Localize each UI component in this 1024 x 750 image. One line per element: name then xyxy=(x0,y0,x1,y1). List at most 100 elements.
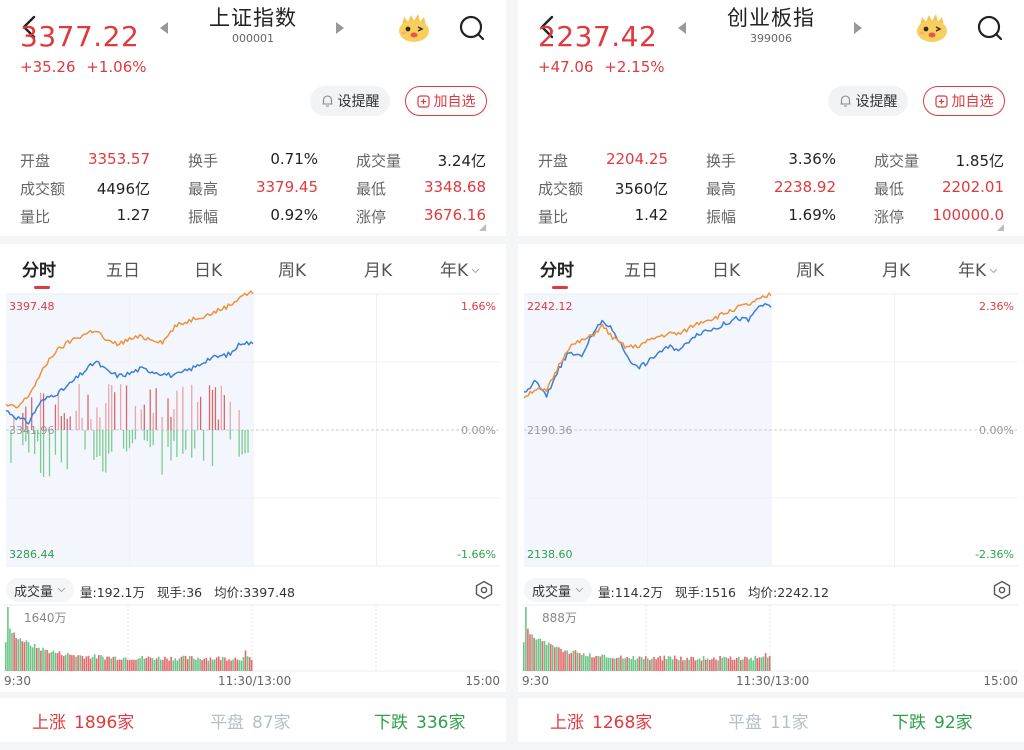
tab-5[interactable]: 年K xyxy=(440,256,480,281)
volume-bar xyxy=(570,652,573,671)
volume-bar xyxy=(531,634,533,671)
prev-index-button[interactable] xyxy=(160,22,168,34)
volume-bar xyxy=(750,657,752,671)
volume-bar xyxy=(149,657,152,671)
market-breadth[interactable]: 上涨 1896家 平盘 87家 下跌 336家 xyxy=(0,704,506,738)
settings-hexagon-icon[interactable] xyxy=(474,580,494,600)
volume-chart-svg: 1640万 xyxy=(4,604,500,672)
volume-bar xyxy=(176,660,179,671)
indicator-selector[interactable]: 成交量 xyxy=(6,578,75,602)
stat-value: 2204.25 xyxy=(605,150,668,168)
volume-bar xyxy=(678,660,680,671)
stat-value: 0.92% xyxy=(270,206,318,224)
mascot-icon[interactable] xyxy=(914,12,950,44)
volume-bar xyxy=(665,659,668,671)
volume-bar xyxy=(93,654,96,671)
volume-bar xyxy=(698,658,701,671)
volume-bar xyxy=(616,657,618,671)
price-change: +47.06 +2.15% xyxy=(538,58,671,76)
volume-bar xyxy=(60,654,63,671)
advancers: 上涨 1896家 xyxy=(32,708,134,733)
time-open: 9:30 xyxy=(522,674,549,688)
volume-bar xyxy=(244,650,247,671)
volume-bar xyxy=(649,660,651,671)
intraday-chart[interactable]: 2242.12 2190.36 2138.60 2.36% 0.00% -2.36% xyxy=(518,290,1024,570)
tab-2[interactable]: 日K xyxy=(712,256,740,281)
tab-2[interactable]: 日K xyxy=(194,256,222,281)
next-index-button[interactable] xyxy=(854,22,862,34)
volume-bar xyxy=(725,657,728,671)
volume-info: 量:192.1万 现手:36 均价:3397.48 xyxy=(80,582,303,601)
tab-0[interactable]: 分时 xyxy=(540,256,574,281)
volume-bar xyxy=(246,656,249,671)
index-panel-chinext: 创业板指 399006 2237.42 +47.06 +2.15% 设提醒 加自… xyxy=(518,0,1024,750)
search-icon[interactable] xyxy=(976,14,1004,42)
tab-5[interactable]: 年K xyxy=(958,256,998,281)
volume-bar xyxy=(23,642,26,671)
volume-chart[interactable]: 1640万 xyxy=(0,604,506,672)
stat-value: 3.36% xyxy=(788,150,836,168)
volume-bar xyxy=(58,651,61,671)
volume-bar xyxy=(704,659,707,671)
y-axis-max-label: 2242.12 xyxy=(527,300,573,313)
volume-bar xyxy=(222,656,224,671)
market-breadth[interactable]: 上涨 1268家 平盘 11家 下跌 92家 xyxy=(518,704,1024,738)
unchanged-label: 平盘 xyxy=(728,713,762,733)
volume-bar xyxy=(733,659,736,671)
prev-index-button[interactable] xyxy=(678,22,686,34)
volume-bar xyxy=(166,658,168,671)
tab-1[interactable]: 五日 xyxy=(624,256,658,281)
tab-4[interactable]: 月K xyxy=(364,256,392,281)
set-alert-button[interactable]: 设提醒 xyxy=(310,86,390,116)
volume-bar xyxy=(75,656,77,671)
volume-bar xyxy=(713,657,715,671)
volume-bar xyxy=(642,659,645,671)
volume-chart[interactable]: 888万 xyxy=(518,604,1024,672)
tab-3[interactable]: 周K xyxy=(796,256,824,281)
volume-bar xyxy=(217,656,220,671)
volume-bar xyxy=(696,659,699,671)
pct-axis-mid-label: 0.00% xyxy=(461,424,496,437)
stat-label: 换手 xyxy=(706,152,737,170)
advancers: 上涨 1268家 xyxy=(550,708,652,733)
volume-bar xyxy=(603,654,606,671)
volume-bar xyxy=(9,628,11,671)
expand-stats-toggle[interactable] xyxy=(479,224,486,231)
active-tab-indicator xyxy=(552,286,568,289)
volume-bar xyxy=(609,657,612,671)
settings-hexagon-icon[interactable] xyxy=(992,580,1012,600)
change-value: +35.26 xyxy=(20,58,76,76)
volume-bar xyxy=(122,657,125,671)
volume-bar xyxy=(27,642,30,671)
expand-stats-toggle[interactable] xyxy=(997,224,1004,231)
volume-bar xyxy=(675,658,678,671)
next-index-button[interactable] xyxy=(336,22,344,34)
volume-bar xyxy=(205,658,208,671)
volume-bar xyxy=(766,657,769,671)
stats-row: 量比 1.27 振幅 0.92% 涨停 3676.16 xyxy=(0,202,506,230)
volume-bar xyxy=(36,648,38,671)
intraday-chart-svg: 2242.12 2190.36 2138.60 2.36% 0.00% -2.36% xyxy=(523,292,1018,567)
volume-bar xyxy=(543,641,546,671)
volume-bar xyxy=(15,637,17,671)
set-alert-button[interactable]: 设提醒 xyxy=(828,86,908,116)
tab-3[interactable]: 周K xyxy=(278,256,306,281)
mascot-icon[interactable] xyxy=(396,12,432,44)
add-watchlist-button[interactable]: 加自选 xyxy=(923,86,1005,116)
volume-bar xyxy=(197,657,199,671)
volume-bar xyxy=(729,656,732,671)
intraday-chart[interactable]: 3397.48 3341.96 3286.44 1.66% 0.00% -1.66% xyxy=(0,290,506,570)
chevron-down-icon xyxy=(575,587,584,593)
tab-0[interactable]: 分时 xyxy=(22,256,56,281)
volume-bar xyxy=(595,656,597,671)
add-watchlist-button[interactable]: 加自选 xyxy=(405,86,487,116)
volume-bar xyxy=(740,659,742,671)
stat-label: 成交额 xyxy=(20,180,66,198)
indicator-selector[interactable]: 成交量 xyxy=(524,578,593,602)
tab-1[interactable]: 五日 xyxy=(106,256,140,281)
search-icon[interactable] xyxy=(458,14,486,42)
tab-4[interactable]: 月K xyxy=(882,256,910,281)
price-change: +35.26 +1.06% xyxy=(20,58,153,76)
volume-max-label: 888万 xyxy=(542,611,577,625)
volume-bar xyxy=(723,656,726,671)
